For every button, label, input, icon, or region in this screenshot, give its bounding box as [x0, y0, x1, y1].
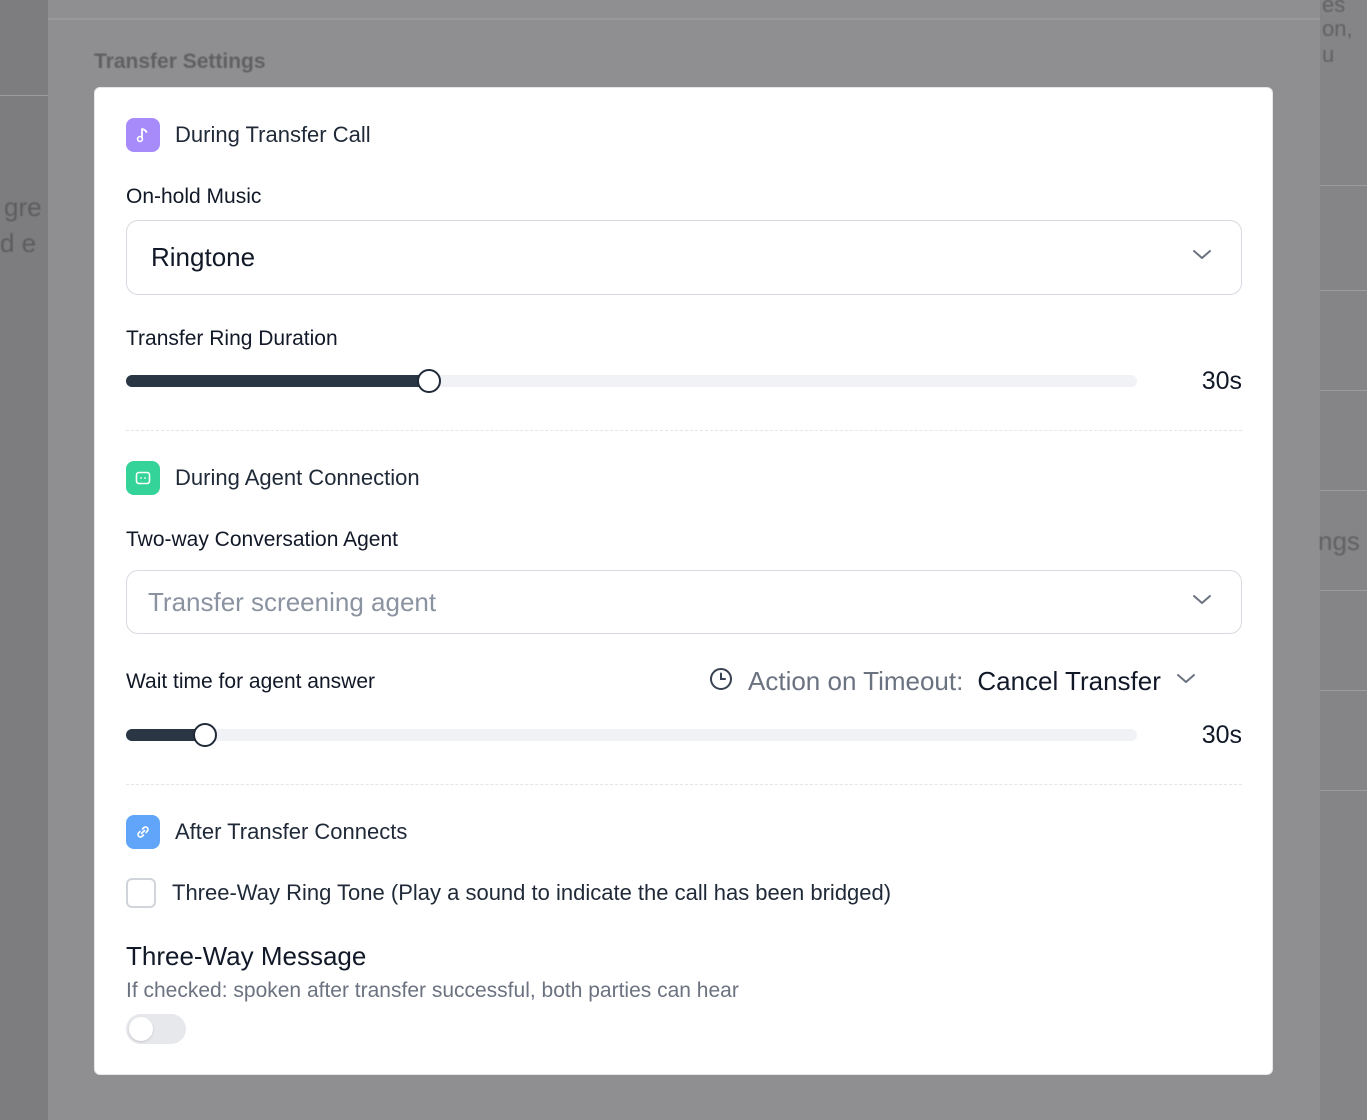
background-divider: [48, 18, 1320, 20]
ring-duration-label: Transfer Ring Duration: [126, 327, 338, 350]
background-divider: [1320, 690, 1367, 691]
timeout-action-value: Cancel Transfer: [977, 666, 1161, 696]
background-text-fragment: on, u: [1322, 16, 1353, 67]
three-way-message-subtitle: If checked: spoken after transfer succes…: [126, 979, 739, 1002]
onhold-music-label: On-hold Music: [126, 185, 262, 208]
section-header-transfer-call: During Transfer Call: [126, 118, 371, 152]
three-way-message-toggle[interactable]: [126, 1014, 186, 1044]
background-text-fragment: ngs: [1318, 526, 1360, 556]
timeout-action-dropdown[interactable]: Action on Timeout: Cancel Transfer: [708, 666, 1197, 697]
wait-time-slider[interactable]: [126, 723, 1137, 747]
timeout-action-label: Action on Timeout:: [748, 666, 964, 696]
slider-thumb[interactable]: [417, 369, 442, 393]
background-divider: [0, 95, 48, 96]
background-text-fragment: gre: [4, 192, 42, 222]
onhold-music-select[interactable]: Ringtone: [126, 220, 1242, 295]
section-title: During Transfer Call: [175, 122, 371, 147]
background-divider: [1320, 185, 1367, 186]
slider-thumb[interactable]: [192, 723, 217, 747]
three-way-ringtone-checkbox[interactable]: [126, 878, 156, 908]
link-icon: [126, 815, 160, 849]
conversation-agent-select[interactable]: Transfer screening agent: [126, 570, 1242, 634]
toggle-knob: [129, 1017, 153, 1041]
section-header-after-connect: After Transfer Connects: [126, 815, 407, 849]
background-divider: [1320, 790, 1367, 791]
three-way-message-title: Three-Way Message: [126, 941, 367, 971]
background-right-panel: [1320, 0, 1367, 1120]
chevron-down-icon: [1191, 593, 1213, 612]
conversation-agent-label: Two-way Conversation Agent: [126, 528, 398, 551]
conversation-agent-placeholder: Transfer screening agent: [148, 586, 437, 617]
three-way-ringtone-label: Three-Way Ring Tone (Play a sound to ind…: [172, 880, 892, 905]
chat-bubble-icon: [126, 461, 160, 495]
section-title: After Transfer Connects: [175, 819, 408, 844]
slider-fill: [126, 375, 430, 387]
three-way-ringtone-row[interactable]: Three-Way Ring Tone (Play a sound to ind…: [126, 878, 891, 908]
chevron-down-icon: [1191, 248, 1213, 267]
slider-track: [126, 729, 1137, 741]
ring-duration-value: 30s: [1201, 367, 1242, 395]
wait-time-value: 30s: [1201, 721, 1242, 749]
music-note-icon: [126, 118, 160, 152]
section-header-agent-connection: During Agent Connection: [126, 461, 420, 495]
section-divider: [126, 430, 1242, 431]
wait-time-label: Wait time for agent answer: [126, 670, 375, 693]
chevron-down-icon: [1175, 672, 1197, 691]
background-divider: [1320, 390, 1367, 391]
background-divider: [1320, 490, 1367, 491]
onhold-music-value: Ringtone: [151, 242, 256, 272]
ring-duration-slider[interactable]: [126, 369, 1137, 393]
background-divider: [1320, 290, 1367, 291]
section-title: During Agent Connection: [175, 465, 420, 490]
background-text-fragment: d e: [0, 228, 37, 258]
background-title: Transfer Settings: [94, 50, 266, 73]
background-left-panel: [0, 0, 48, 1120]
clock-icon: [708, 666, 734, 697]
section-divider: [126, 784, 1242, 785]
background-divider: [1320, 590, 1367, 591]
transfer-settings-modal: During Transfer Call On-hold Music Ringt…: [94, 87, 1273, 1075]
